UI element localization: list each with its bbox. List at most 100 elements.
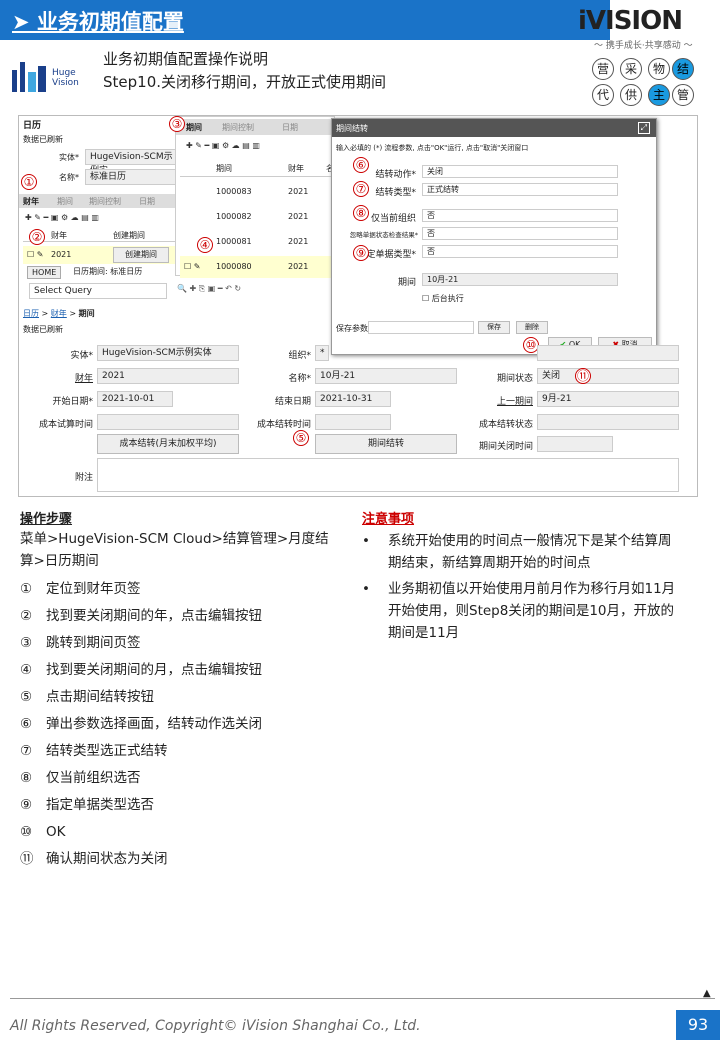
name-field[interactable]: 标准日历 <box>85 169 181 185</box>
slogan: ～ 携手成长·共享感动 ～ <box>594 41 693 51</box>
prev-field[interactable]: 9月-21 <box>537 391 679 407</box>
copyright: All Rights Reserved, Copyright© iVision … <box>10 1018 421 1034</box>
col-year: 财年 <box>51 231 67 240</box>
memo-field[interactable] <box>97 458 679 492</box>
state-field[interactable]: 关闭 <box>537 368 679 384</box>
breadcrumb-sep: > <box>69 309 77 318</box>
edit-icon[interactable]: ☐ ✎ <box>184 262 200 271</box>
tab-period[interactable]: 期间 <box>186 122 202 133</box>
breadcrumb-year[interactable]: 财年 <box>51 309 67 318</box>
org-field[interactable]: * <box>315 345 329 361</box>
pclose-label: 期间关闭时间 <box>478 442 533 452</box>
edit-icon[interactable]: ☐ ✎ <box>27 250 43 259</box>
save-button[interactable]: 保存 <box>478 321 510 334</box>
table-row[interactable]: 1000082 2021 <box>180 206 334 228</box>
brand-text: iVISION <box>578 6 683 36</box>
start-label: 开始日期* <box>52 397 93 407</box>
tab-period-control[interactable]: 期间控制 <box>222 122 254 133</box>
org-label: 组织* <box>288 351 311 361</box>
entity-label: 实体* <box>70 351 93 361</box>
step-item: ⑧ 仅当前组织选否 <box>20 770 141 786</box>
module-grid: 营 采 物 结 代 供 主 管 <box>592 58 698 110</box>
module-cell: 营 <box>592 58 614 80</box>
cell: 2021 <box>288 187 309 196</box>
state-label: 期间状态 <box>496 374 533 384</box>
intro-line2: Step10.关闭移行期间，开放正式使用期间 <box>103 73 387 91</box>
calendar-title: 日历 <box>23 121 42 131</box>
query-toolbar: 🔍 ✚ ⎘ ▣ ━ ↶ ↻ <box>177 284 242 293</box>
prev-label: 上一期间 <box>496 397 533 407</box>
action-select[interactable]: 关闭 <box>422 165 618 178</box>
select-query[interactable]: Select Query <box>29 283 167 299</box>
start-field[interactable]: 2021-10-01 <box>97 391 173 407</box>
dialog-hint: 输入必填的 (*) 流程参数, 点击"OK"运行, 点击"取消"关闭窗口 <box>336 144 529 152</box>
step-item: ② 找到要关闭期间的年，点击编辑按钮 <box>20 608 262 624</box>
background-checkbox[interactable]: ☐ 后台执行 <box>422 293 464 304</box>
year-field[interactable]: 2021 <box>97 368 239 384</box>
dialog-title: 期间结转 <box>336 124 368 133</box>
step-item: ① 定位到财年页签 <box>20 581 141 597</box>
tab-home[interactable]: HOME <box>27 266 62 279</box>
background-label: 后台执行 <box>431 294 464 303</box>
org-extra-field[interactable] <box>537 345 679 361</box>
module-cell: 管 <box>672 84 694 106</box>
maximize-icon[interactable]: ⤢ <box>637 122 650 134</box>
module-cell: 代 <box>592 84 614 106</box>
cost-close-button[interactable]: 成本结转(月末加权平均) <box>97 434 239 454</box>
name-label: 名称* <box>288 374 311 384</box>
tab-period-control[interactable]: 期间控制 <box>89 196 121 207</box>
status-text: 数据已刷新 <box>23 135 63 144</box>
pclose-field[interactable] <box>537 436 613 452</box>
step-item: ③ 跳转到期间页签 <box>20 635 141 651</box>
tab-period[interactable]: 期间 <box>57 196 73 207</box>
close-state-field[interactable] <box>537 414 679 430</box>
trial-field[interactable] <box>97 414 239 430</box>
note-item: 系统开始使用的时间点一般情况下是某个结算周期结束，新结算周期开始的时间点 <box>362 530 682 574</box>
create-period-button[interactable]: 创建期间 <box>113 247 169 263</box>
name-field[interactable]: 10月-21 <box>315 368 457 384</box>
step-item: ⑨ 指定单据类型选否 <box>20 797 154 813</box>
module-cell: 供 <box>620 84 642 106</box>
table-row[interactable]: 1000083 2021 <box>180 181 334 203</box>
close-field[interactable] <box>315 414 391 430</box>
close-state-label: 成本结转状态 <box>478 420 533 430</box>
doctype-select[interactable]: 否 <box>422 245 618 258</box>
breadcrumb-calendar[interactable]: 日历 <box>23 309 39 318</box>
steps-menu: 菜单>HugeVision-SCM Cloud>结算管理>月度结算>日历期间 <box>20 531 329 569</box>
tab-date[interactable]: 日期 <box>282 122 298 133</box>
cell: 1000083 <box>216 187 252 196</box>
period-toolbar: ✚ ✎ ━ ▣ ⚙ ☁ ▤ ▥ <box>186 141 260 150</box>
screenshot-panel: 日历 数据已刷新 实体* HugeVision-SCM示例实 名称* 标准日历 … <box>18 115 698 497</box>
f1-label: 结转动作* <box>375 170 416 180</box>
steps-list: ① 定位到财年页签 ② 找到要关闭期间的年，点击编辑按钮 ③ 跳转到期间页签 ④ 找到要… <box>20 576 350 873</box>
table-row-selected[interactable]: ☐ ✎ 1000080 2021 <box>180 256 334 278</box>
org-select[interactable]: 否 <box>422 209 618 222</box>
year-tabbar: 财年 期间 期间控制 日期 <box>19 194 179 208</box>
breadcrumb-sep: > <box>41 309 49 318</box>
ignore-select[interactable]: 否 <box>422 227 618 240</box>
trial-label: 成本试算时间 <box>38 420 93 430</box>
module-cell: 采 <box>620 58 642 80</box>
end-field[interactable]: 2021-10-31 <box>315 391 391 407</box>
delete-button[interactable]: 删除 <box>516 321 548 334</box>
tab-date[interactable]: 日期 <box>139 196 155 207</box>
step-item: ⑪ 确认期间状态为关闭 <box>20 851 168 867</box>
steps-title: 操作步骤 <box>20 512 73 527</box>
cell: 2021 <box>288 237 309 246</box>
tab-year[interactable]: 财年 <box>23 196 39 207</box>
save-param-input[interactable] <box>368 321 474 334</box>
period-field[interactable]: 10月-21 <box>422 273 618 286</box>
period-tabbar: 期间 期间控制 日期 <box>176 119 334 135</box>
module-cell-active: 主 <box>648 84 670 106</box>
type-select[interactable]: 正式结转 <box>422 183 618 196</box>
f3-label: 仅当前组织 <box>370 214 416 224</box>
dialog-titlebar: 期间结转 ⤢ <box>332 119 656 137</box>
ivision-logo: iVISION ～ 携手成长·共享感动 ～ <box>578 6 718 52</box>
save-param-label: 保存参数 <box>336 324 368 333</box>
tab-calendar[interactable]: 日历期间: 标准日历 <box>73 266 142 277</box>
entity-field[interactable]: HugeVision-SCM示例实体 <box>97 345 239 361</box>
step-item: ⑥ 弹出参数选择画面，结转动作选关闭 <box>20 716 262 732</box>
period-close-button[interactable]: 期间结转 <box>315 434 457 454</box>
entity-field[interactable]: HugeVision-SCM示例实 <box>85 149 181 176</box>
breadcrumb: 日历 > 财年 > 期间 <box>23 308 95 319</box>
